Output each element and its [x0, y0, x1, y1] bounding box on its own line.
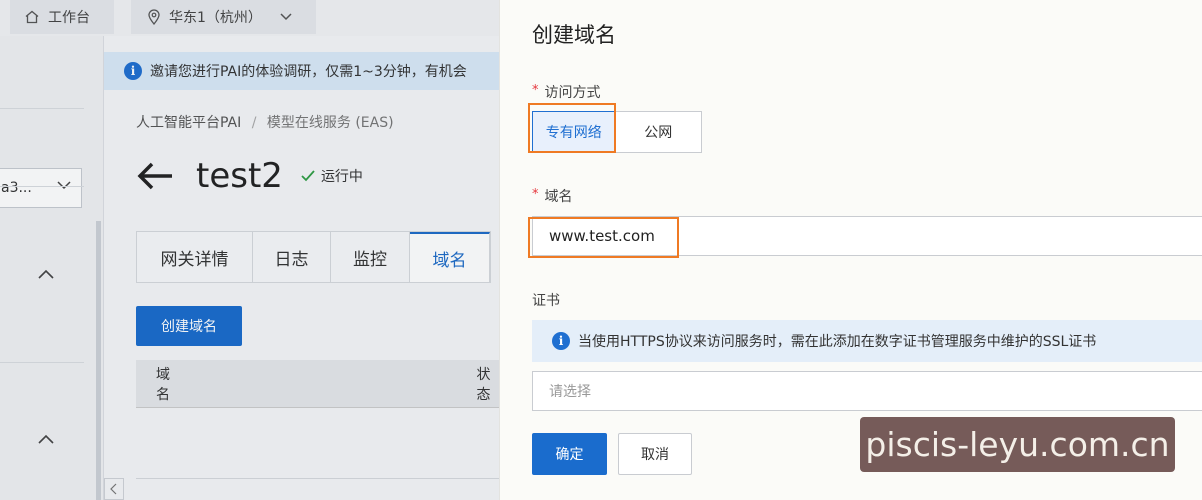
domain-label: * 域名: [532, 186, 573, 206]
cancel-button[interactable]: 取消: [618, 433, 692, 475]
certificate-label-text: 证书: [532, 293, 560, 309]
domain-label-text: 域名: [544, 189, 573, 205]
confirm-button[interactable]: 确定: [532, 433, 607, 475]
option-public[interactable]: 公网: [616, 112, 701, 152]
drawer-title: 创建域名: [532, 23, 616, 47]
required-mark: *: [532, 186, 539, 202]
access-method-text: 访问方式: [544, 85, 601, 101]
access-method-label: * 访问方式: [532, 82, 601, 102]
certificate-label: 证书: [532, 290, 560, 310]
certificate-notice: i 当使用HTTPS协议来访问服务时，需在此添加在数字证书管理服务中维护的SSL…: [532, 320, 1202, 362]
certificate-notice-text: 当使用HTTPS协议来访问服务时，需在此添加在数字证书管理服务中维护的SSL证书: [578, 334, 1097, 350]
drawer-overlay[interactable]: [0, 0, 500, 500]
certificate-select[interactable]: 请选择: [532, 371, 1202, 411]
domain-input-value: www.test.com: [549, 227, 655, 245]
certificate-select-placeholder: 请选择: [549, 384, 591, 400]
domain-input[interactable]: www.test.com: [532, 216, 1202, 256]
required-mark: *: [532, 82, 539, 98]
info-icon: i: [552, 332, 570, 350]
access-method-radio-group: 专有网络 公网: [532, 111, 702, 153]
option-vpc[interactable]: 专有网络: [532, 111, 616, 153]
watermark: piscis-leyu.com.cn: [860, 417, 1175, 472]
